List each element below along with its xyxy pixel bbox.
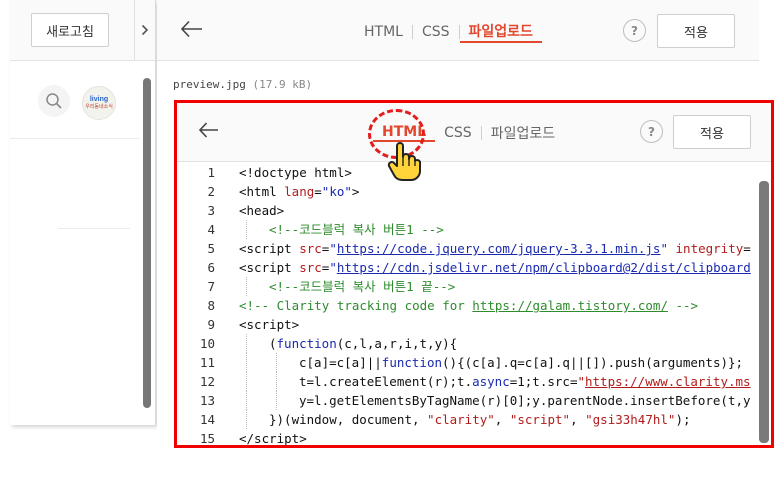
apply-button[interactable]: 적용 xyxy=(657,14,735,48)
line-number: 12 xyxy=(199,374,215,389)
line-number: 11 xyxy=(199,355,215,370)
code-text: <!--코드블럭 복사 버튼1 --> xyxy=(269,222,444,237)
code-line: 7 <!--코드블럭 복사 버튼1 끝--> xyxy=(177,277,765,296)
code-editor: 1 <!doctype html> 2 <html lang="ko"> 3 <head>… xyxy=(177,163,765,445)
code-text: <script src="https://code.jquery.com/jqu… xyxy=(239,241,751,256)
code-text: (function(c,l,a,r,i,t,y){ xyxy=(269,336,458,351)
preview-apply-button: 적용 xyxy=(673,115,751,149)
line-number: 6 xyxy=(207,260,215,275)
preview-tab-css: CSS xyxy=(444,125,472,141)
code-text: })(window, document, "clarity", "script"… xyxy=(269,412,691,427)
line-number: 5 xyxy=(207,241,215,256)
code-line: 3 <head> xyxy=(177,201,765,220)
logo-subtext: 우리동네소식 xyxy=(85,104,113,110)
left-icon-row: living 우리동네소식 xyxy=(10,70,140,139)
preview-scrollbar xyxy=(759,181,769,443)
preview-tab-file-upload: 파일업로드 xyxy=(490,126,556,142)
line-number: 2 xyxy=(207,184,215,199)
preview-back-button xyxy=(195,118,223,142)
indent-guide xyxy=(246,372,248,391)
arrow-left-icon xyxy=(180,20,202,38)
code-text: <html lang="ko"> xyxy=(239,184,360,199)
code-line: 9 <script> xyxy=(177,315,765,334)
preview-help-button: ? xyxy=(640,120,663,143)
left-panel: 새로고침 living 우리동네소식 xyxy=(10,0,156,425)
line-number: 4 xyxy=(207,222,215,237)
line-number: 7 xyxy=(207,279,215,294)
code-text: t=l.createElement(r);t.async=1;t.src="ht… xyxy=(299,374,751,389)
help-button[interactable]: ? xyxy=(623,19,646,42)
code-line: 6 <script src="https://cdn.jsdelivr.net/n… xyxy=(177,258,765,277)
line-number: 3 xyxy=(207,203,215,218)
refresh-button[interactable]: 새로고침 xyxy=(31,13,109,47)
code-line: 1 <!doctype html> xyxy=(177,163,765,182)
code-text: <!doctype html> xyxy=(239,165,352,180)
preview-editor-header: HTML CSS 파일업로드 ? 적용 xyxy=(177,103,771,162)
line-number: 10 xyxy=(199,336,215,351)
arrow-left-icon xyxy=(198,122,218,138)
tab-css[interactable]: CSS xyxy=(413,24,459,40)
indent-guide xyxy=(276,391,278,410)
indent-guide xyxy=(246,391,248,410)
line-number: 1 xyxy=(207,165,215,180)
code-line: 14 })(window, document, "clarity", "scrip… xyxy=(177,410,765,429)
expand-toggle[interactable] xyxy=(134,0,155,60)
tab-file-upload[interactable]: 파일업로드 xyxy=(459,21,542,43)
code-line: 13 y=l.getElementsByTagName(r)[0];y.paren… xyxy=(177,391,765,410)
code-line: 8 <!-- Clarity tracking code for https://… xyxy=(177,296,765,315)
code-text: <script> xyxy=(239,317,300,332)
editor-header: HTML CSS 파일업로드 ? 적용 xyxy=(157,0,759,61)
indent-guide xyxy=(276,353,278,372)
code-text: <head> xyxy=(239,203,285,218)
indent-guide xyxy=(246,277,248,296)
line-number: 13 xyxy=(199,393,215,408)
indent-guide xyxy=(246,334,248,353)
code-text: y=l.getElementsByTagName(r)[0];y.parentN… xyxy=(299,393,751,408)
indent-guide xyxy=(246,353,248,372)
blog-logo[interactable]: living 우리동네소식 xyxy=(82,86,116,120)
indent-guide xyxy=(276,372,278,391)
left-panel-header: 새로고침 xyxy=(10,0,155,61)
code-line: 10 (function(c,l,a,r,i,t,y){ xyxy=(177,334,765,353)
code-line: 4 <!--코드블럭 복사 버튼1 --> xyxy=(177,220,765,239)
code-text: <!-- Clarity tracking code for https://g… xyxy=(239,298,699,313)
divider xyxy=(58,228,130,229)
line-number: 8 xyxy=(207,298,215,313)
back-button[interactable] xyxy=(177,16,207,42)
chevron-right-icon xyxy=(141,24,149,36)
code-line: 5 <script src="https://code.jquery.com/jq… xyxy=(177,239,765,258)
scrollbar[interactable] xyxy=(143,78,151,408)
line-number: 15 xyxy=(199,431,215,445)
indent-guide xyxy=(246,410,248,429)
search-button[interactable] xyxy=(38,85,70,117)
line-number: 9 xyxy=(207,317,215,332)
preview-file-label: preview.jpg (17.9 kB) xyxy=(173,78,312,91)
code-text: <script src="https://cdn.jsdelivr.net/np… xyxy=(239,260,751,275)
preview-filesize: (17.9 kB) xyxy=(252,78,313,91)
code-line: 15 </script> xyxy=(177,429,765,445)
line-number: 14 xyxy=(199,412,215,427)
code-text: c[a]=c[a]||function(){(c[a].q=c[a].q||[]… xyxy=(299,355,744,370)
logo-text: living xyxy=(89,96,109,103)
search-icon xyxy=(46,93,62,109)
code-text: </script> xyxy=(239,431,307,445)
tab-html[interactable]: HTML xyxy=(355,24,412,40)
code-line: 2 <html lang="ko"> xyxy=(177,182,765,201)
editor-tabs: HTML CSS 파일업로드 xyxy=(355,20,542,44)
preview-filename: preview.jpg xyxy=(173,78,246,91)
code-text: <!--코드블럭 복사 버튼1 끝--> xyxy=(269,279,456,294)
code-line: 12 t=l.createElement(r);t.async=1;t.src="… xyxy=(177,372,765,391)
preview-image: HTML CSS 파일업로드 ? 적용 1 <!doctype html> 2 <ht… xyxy=(174,100,774,448)
indent-guide xyxy=(246,220,248,239)
code-line: 11 c[a]=c[a]||function(){(c[a].q=c[a].q||… xyxy=(177,353,765,372)
